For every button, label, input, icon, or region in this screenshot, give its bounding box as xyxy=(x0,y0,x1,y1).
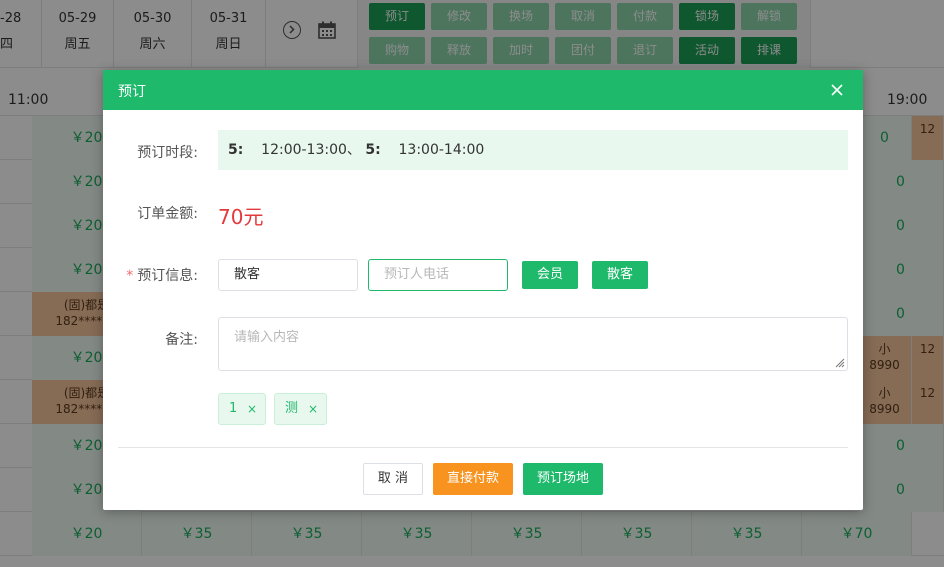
slot-court-number: 5: xyxy=(365,142,381,158)
slot-time: 13:00-14:00 xyxy=(398,142,485,158)
cancel-button[interactable]: 取 消 xyxy=(363,463,423,495)
booking-info-label: * 预订信息: xyxy=(126,268,198,284)
tag-label: 测 xyxy=(285,401,299,416)
member-button[interactable]: 会员 xyxy=(522,261,578,289)
remark-label: 备注: xyxy=(165,332,198,348)
tag-close-icon[interactable]: × xyxy=(247,394,257,424)
book-court-button[interactable]: 预订场地 xyxy=(523,463,603,495)
guest-button[interactable]: 散客 xyxy=(592,261,648,289)
order-amount: 70元 xyxy=(218,205,264,229)
dialog-title: 预订 xyxy=(118,84,146,100)
booking-dialog: 预订 预订时段: 5: 12:00-13:00、 5: 13:00-14:00 … xyxy=(103,70,863,510)
amount-label: 订单金额: xyxy=(137,206,198,222)
direct-pay-button[interactable]: 直接付款 xyxy=(433,463,513,495)
slot-time: 12:00-13:00、 xyxy=(261,142,361,158)
close-icon[interactable] xyxy=(829,82,845,98)
tag-label: 1 xyxy=(229,401,238,416)
tag-item: 测 × xyxy=(274,393,327,425)
customer-name-input[interactable]: 散客 xyxy=(218,259,358,291)
tag-close-icon[interactable]: × xyxy=(308,394,318,424)
remark-placeholder: 请输入内容 xyxy=(234,330,300,345)
remark-textarea[interactable]: 请输入内容 xyxy=(218,317,848,371)
dialog-header: 预订 xyxy=(103,70,863,110)
time-slot-label: 预订时段: xyxy=(137,145,198,161)
phone-input[interactable]: 预订人电话 xyxy=(368,259,508,291)
footer-divider xyxy=(118,447,848,448)
time-slot-box: 5: 12:00-13:00、 5: 13:00-14:00 xyxy=(218,130,848,170)
slot-court-number: 5: xyxy=(228,142,244,158)
tag-item: 1 × xyxy=(218,393,266,425)
resize-handle-icon[interactable] xyxy=(833,356,845,368)
